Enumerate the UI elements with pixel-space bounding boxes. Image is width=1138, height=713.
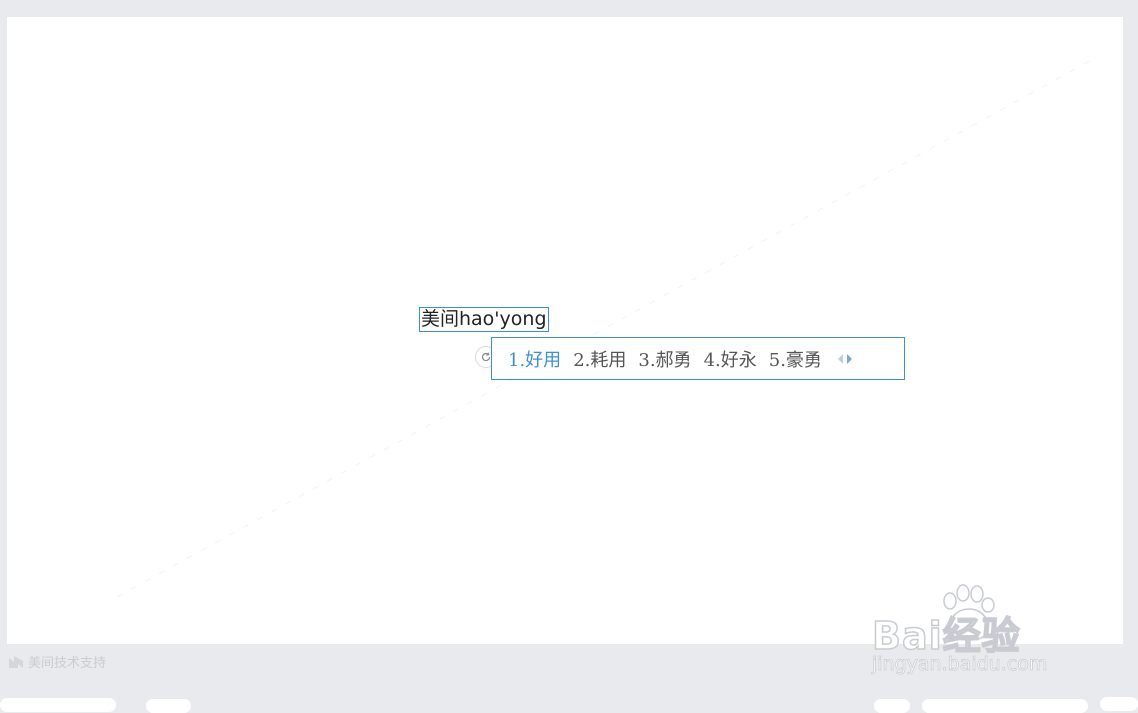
ime-candidate-3[interactable]: 3.郝勇 (638, 346, 691, 372)
text-input-box[interactable]: 美间hao'yong (419, 307, 549, 332)
baidu-brand-text: Bai经验 (871, 613, 1021, 659)
bottom-toolbar-segment[interactable] (0, 698, 116, 712)
faint-diagonal-guide (117, 57, 1097, 597)
bottom-toolbar-segment[interactable] (146, 699, 191, 713)
baidu-jingyan-watermark: Bai经验 jingyan.baidu.com (870, 583, 1080, 683)
ime-candidate-4[interactable]: 4.好永 (704, 346, 757, 372)
meijian-logo-icon (9, 655, 23, 668)
input-text: 美间hao'yong (421, 308, 547, 330)
design-canvas[interactable]: 美间hao'yong 1.好用 2.耗用 3.郝勇 4.好永 5.豪勇 (7, 17, 1123, 644)
page-arrows (837, 353, 852, 364)
ime-candidate-1[interactable]: 1.好用 (508, 346, 561, 372)
ime-candidate-panel: 1.好用 2.耗用 3.郝勇 4.好永 5.豪勇 (491, 337, 905, 380)
arrow-left-icon[interactable] (837, 353, 843, 364)
bottom-toolbar-segment[interactable] (1100, 697, 1138, 711)
ime-candidate-5[interactable]: 5.豪勇 (769, 346, 822, 372)
bottom-toolbar-segment[interactable] (874, 699, 910, 713)
arrow-right-icon[interactable] (846, 353, 852, 364)
ime-candidate-2[interactable]: 2.耗用 (573, 346, 626, 372)
bottom-toolbar-segment[interactable] (922, 699, 1088, 713)
baidu-url-text: jingyan.baidu.com (872, 653, 1048, 676)
support-watermark: 美间技术支持 (8, 652, 106, 671)
support-text: 美间技术支持 (28, 656, 107, 671)
